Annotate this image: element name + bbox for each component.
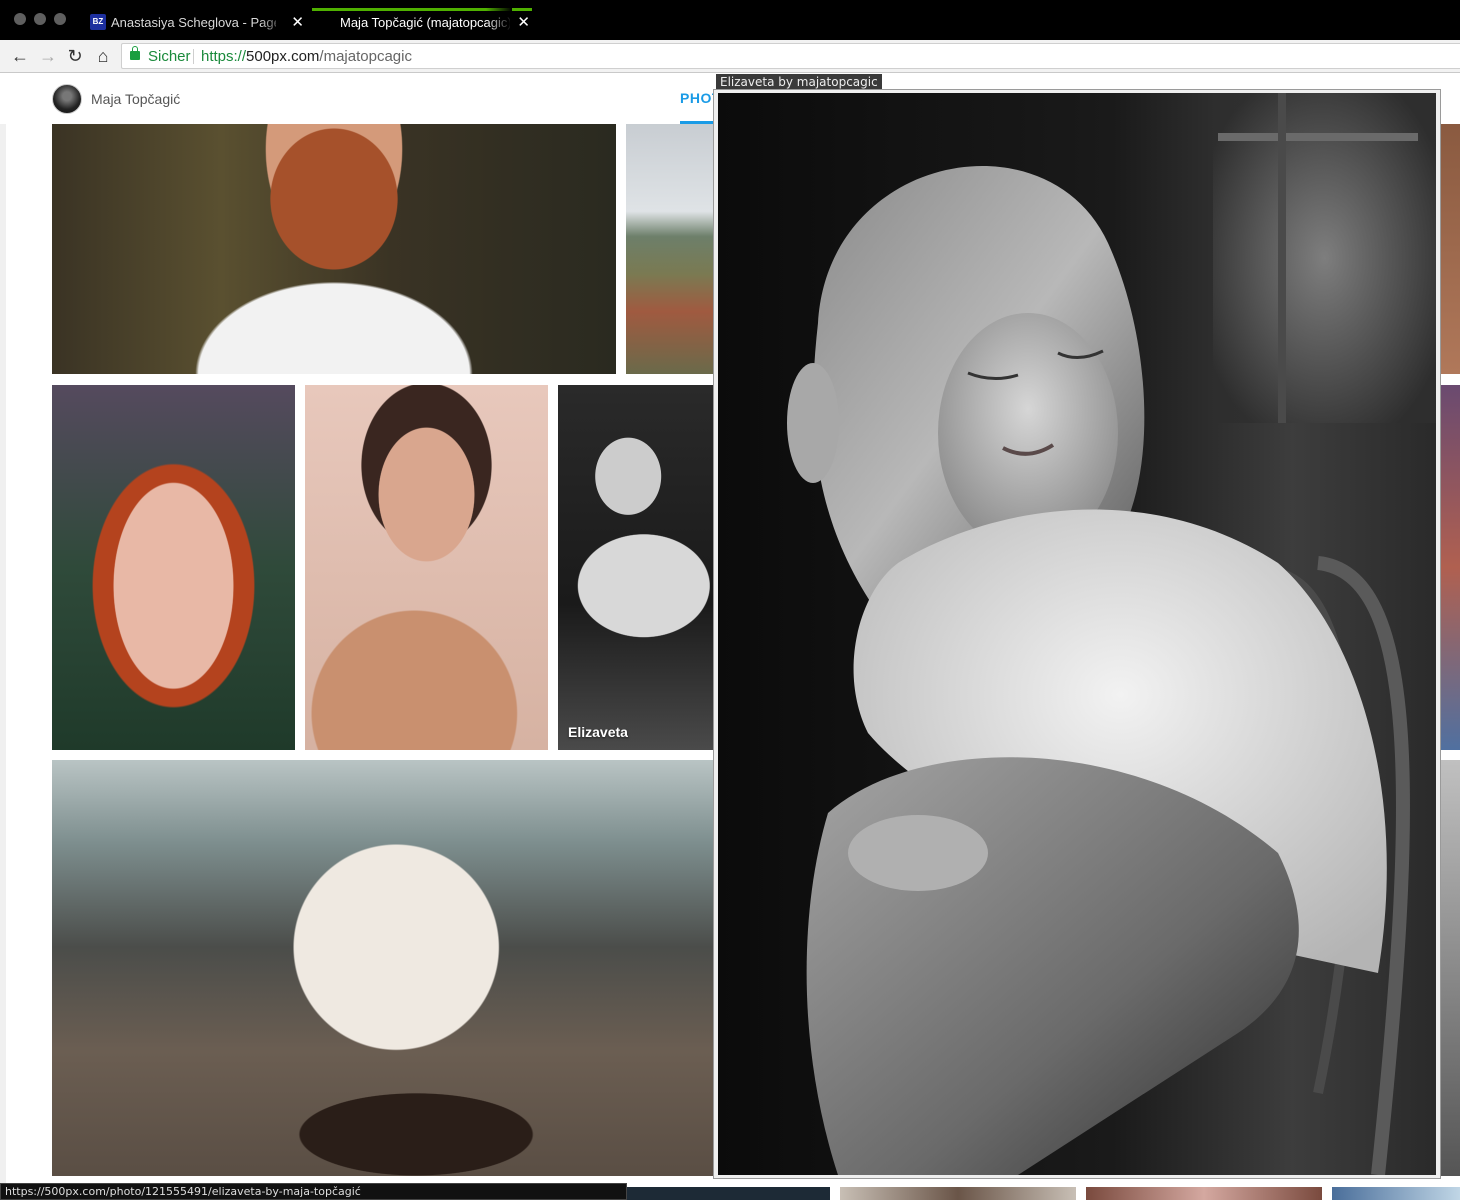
photo-bearded-man[interactable] — [52, 124, 616, 374]
preview-photo-elizaveta — [718, 93, 1436, 1175]
photo-woman-on-beach[interactable] — [52, 760, 714, 1176]
close-window-icon[interactable] — [14, 13, 26, 25]
photo-right-column-1[interactable] — [1440, 124, 1460, 374]
url-host: 500px.com — [246, 48, 320, 65]
maximize-window-icon[interactable] — [54, 13, 66, 25]
lock-icon — [130, 46, 140, 60]
photo-right-column-2[interactable] — [1440, 385, 1460, 750]
bz-favicon-icon: BZ — [90, 14, 106, 30]
tab-anastasiya[interactable]: BZ Anastasiya Scheglova - Page 8 ✕ — [86, 8, 308, 40]
photo-bottom-3[interactable] — [1086, 1187, 1322, 1200]
url-scheme: https:// — [201, 48, 247, 65]
close-tab-icon[interactable]: ✕ — [291, 13, 304, 31]
photo-bottom-2[interactable] — [840, 1187, 1076, 1200]
divider — [193, 49, 194, 64]
browser-toolbar: ← → ↻ ⌂ Sicher https://500px.com/majatop… — [0, 40, 1460, 73]
preview-image — [718, 93, 1436, 1175]
photo-bottom-4[interactable] — [1332, 1187, 1460, 1200]
photo-right-column-3[interactable] — [1440, 760, 1460, 1176]
photo-bottom-1[interactable] — [626, 1187, 830, 1200]
photo-woman-portrait[interactable] — [305, 385, 548, 750]
tab-fade — [260, 8, 286, 40]
tab-title: Anastasiya Scheglova - Page 8 — [111, 15, 276, 30]
url-path: /majatopcagic — [319, 48, 412, 65]
address-bar[interactable]: Sicher https://500px.com/majatopcagic — [121, 43, 1460, 69]
url-text[interactable]: https://500px.com/majatopcagic — [201, 48, 412, 65]
tab-fade — [486, 8, 512, 40]
photo-redhead-upside-down[interactable] — [52, 385, 295, 750]
photo-elizaveta[interactable]: Elizaveta — [558, 385, 714, 750]
reload-icon[interactable]: ↻ — [63, 44, 87, 68]
page-gutter — [0, 124, 6, 1200]
photo-preview-popup — [713, 89, 1441, 1179]
avatar[interactable] — [52, 84, 82, 114]
back-arrow-icon[interactable]: ← — [8, 44, 32, 68]
close-tab-icon[interactable]: ✕ — [517, 13, 530, 31]
secure-label: Sicher — [148, 48, 191, 65]
status-bar-url: https://500px.com/photo/121555491/elizav… — [0, 1183, 627, 1200]
photo-title: Elizaveta — [568, 724, 628, 740]
forward-arrow-icon[interactable]: → — [36, 44, 60, 68]
home-icon[interactable]: ⌂ — [91, 44, 115, 68]
tab-title: Maja Topčagić (majatopcagic) — [340, 15, 510, 30]
profile-name[interactable]: Maja Topčagić — [91, 91, 180, 107]
minimize-window-icon[interactable] — [34, 13, 46, 25]
tab-maja-topcagic[interactable]: Maja Topčagić (majatopcagic) ✕ — [312, 8, 534, 40]
photo-town-landscape[interactable] — [626, 124, 714, 374]
browser-titlebar: BZ Anastasiya Scheglova - Page 8 ✕ Maja … — [0, 0, 1460, 40]
